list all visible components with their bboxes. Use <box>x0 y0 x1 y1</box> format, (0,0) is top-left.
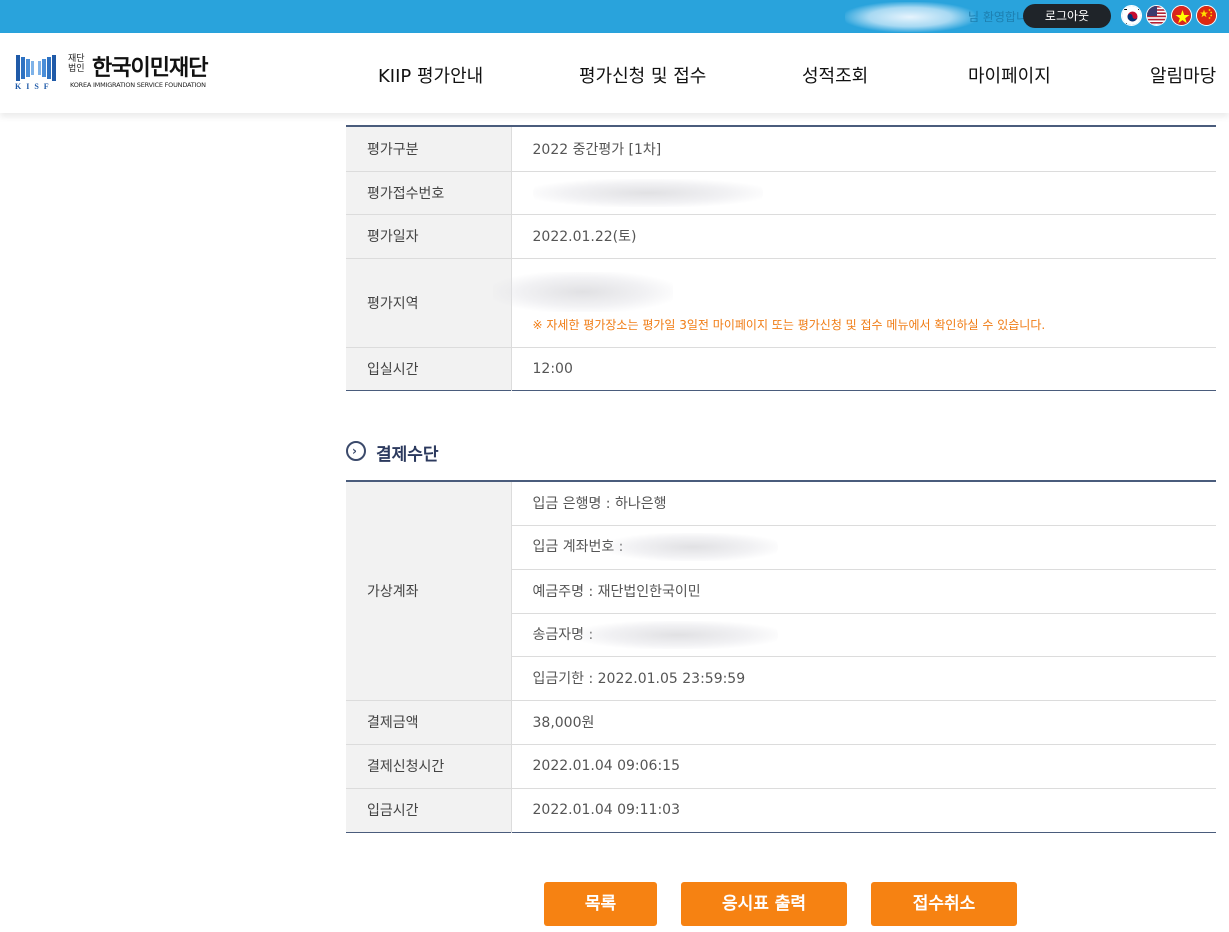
exam-region-label: 평가지역 <box>346 258 512 348</box>
nav-kiip-guide[interactable]: KIIP 평가안내 <box>378 62 483 88</box>
masked-region <box>492 272 673 312</box>
kisf-logo-icon <box>16 55 56 81</box>
vietnam-flag-icon[interactable] <box>1171 5 1192 26</box>
exam-type-value: 2022 중간평가 [1차] <box>511 126 1216 172</box>
usa-flag-icon[interactable] <box>1146 5 1167 26</box>
payment-table: 가상계좌 입금 은행명 : 하나은행 입금 계좌번호 : 예금주명 : 재단법인… <box>346 480 1216 833</box>
table-row: 결제금액 38,000원 <box>346 700 1216 745</box>
exam-receipt-number-value <box>511 171 1216 215</box>
deposit-time-label: 입금시간 <box>346 788 512 832</box>
nav-apply[interactable]: 평가신청 및 접수 <box>579 62 706 88</box>
nav-results[interactable]: 성적조회 <box>802 62 868 88</box>
virtual-account-label: 가상계좌 <box>346 481 512 701</box>
nav-notice[interactable]: 알림마당 <box>1150 62 1216 88</box>
payment-amount-value: 38,000원 <box>511 700 1216 745</box>
exam-type-label: 평가구분 <box>346 126 512 172</box>
exam-date-label: 평가일자 <box>346 214 512 259</box>
payment-request-time-label: 결제신청시간 <box>346 744 512 789</box>
cancel-application-button[interactable]: 접수취소 <box>871 882 1017 926</box>
table-row: 평가구분 2022 중간평가 [1차] <box>346 126 1216 172</box>
account-holder-line: 예금주명 : 재단법인한국이민 <box>511 569 1216 614</box>
china-flag-icon[interactable] <box>1196 5 1217 26</box>
chevron-circle-icon: › <box>346 441 366 461</box>
deposit-time-value: 2022.01.04 09:11:03 <box>532 802 681 818</box>
payment-amount-label: 결제금액 <box>346 700 512 745</box>
logo-name: 한국이민재단 <box>92 56 208 81</box>
logo-english-name: KOREA IMMIGRATION SERVICE FOUNDATION <box>70 81 206 89</box>
deposit-deadline-value: 2022.01.05 23:59:59 <box>597 671 746 687</box>
table-row: 평가접수번호 <box>346 171 1216 215</box>
payment-title-text: 결제수단 <box>376 445 439 465</box>
payment-request-time-value: 2022.01.04 09:06:15 <box>511 744 1216 789</box>
print-ticket-button[interactable]: 응시표 출력 <box>681 882 847 926</box>
table-row: 평가일자 2022.01.22(토) <box>346 214 1216 259</box>
list-button[interactable]: 목록 <box>544 882 657 926</box>
deposit-deadline-label: 입금기한 : <box>532 671 594 687</box>
table-row: 입금시간 2022.01.04 09:11:03 <box>346 788 1216 832</box>
bank-name-line: 입금 은행명 : 하나은행 <box>511 481 1216 526</box>
masked-sender-name <box>577 620 778 649</box>
table-row: 가상계좌 입금 은행명 : 하나은행 <box>346 481 1216 701</box>
entry-time-label: 입실시간 <box>346 347 512 390</box>
exam-receipt-number-label: 평가접수번호 <box>346 171 512 215</box>
masked-user-name <box>845 2 975 32</box>
top-utility-bar: 님 환영합니다 로그아웃 <box>0 0 1229 33</box>
kisf-logo[interactable]: KISF 재단법인 한국이민재단 KOREA IMMIGRATION SERVI… <box>15 51 215 93</box>
account-number-line: 입금 계좌번호 : <box>511 525 1216 570</box>
table-row: 평가지역 ※ 자세한 평가장소는 평가일 3일전 마이페이지 또는 평가신청 및… <box>346 258 1216 348</box>
nav-mypage[interactable]: 마이페이지 <box>968 62 1051 88</box>
table-row: 입실시간 12:00 <box>346 347 1216 390</box>
site-header: KISF 재단법인 한국이민재단 KOREA IMMIGRATION SERVI… <box>0 33 1229 113</box>
masked-account-number <box>607 533 778 561</box>
sender-name-line: 송금자명 : <box>511 613 1216 657</box>
korea-flag-icon[interactable] <box>1121 5 1142 26</box>
exam-date-value: 2022.01.22(토) <box>511 214 1216 259</box>
bank-name-value: 하나은행 <box>614 496 667 513</box>
logout-button[interactable]: 로그아웃 <box>1023 4 1111 28</box>
logo-small-text: 재단법인 <box>68 54 85 74</box>
deposit-deadline-line: 입금기한 : 2022.01.05 23:59:59 <box>511 656 1216 701</box>
masked-receipt-number <box>532 178 763 207</box>
exam-region-value: ※ 자세한 평가장소는 평가일 3일전 마이페이지 또는 평가신청 및 접수 메… <box>492 258 1216 348</box>
bank-name-label: 입금 은행명 : <box>532 496 611 513</box>
logo-mark-text: KISF <box>15 82 54 91</box>
entry-time-value: 12:00 <box>532 360 573 377</box>
exam-region-notice: ※ 자세한 평가장소는 평가일 3일전 마이페이지 또는 평가신청 및 접수 메… <box>532 318 1046 332</box>
exam-info-table: 평가구분 2022 중간평가 [1차] 평가접수번호 평가일자 2022.01.… <box>346 125 1216 391</box>
account-holder-label: 예금주명 : <box>532 584 594 600</box>
table-row: 결제신청시간 2022.01.04 09:06:15 <box>346 744 1216 789</box>
account-holder-value: 재단법인한국이민 <box>597 584 701 600</box>
